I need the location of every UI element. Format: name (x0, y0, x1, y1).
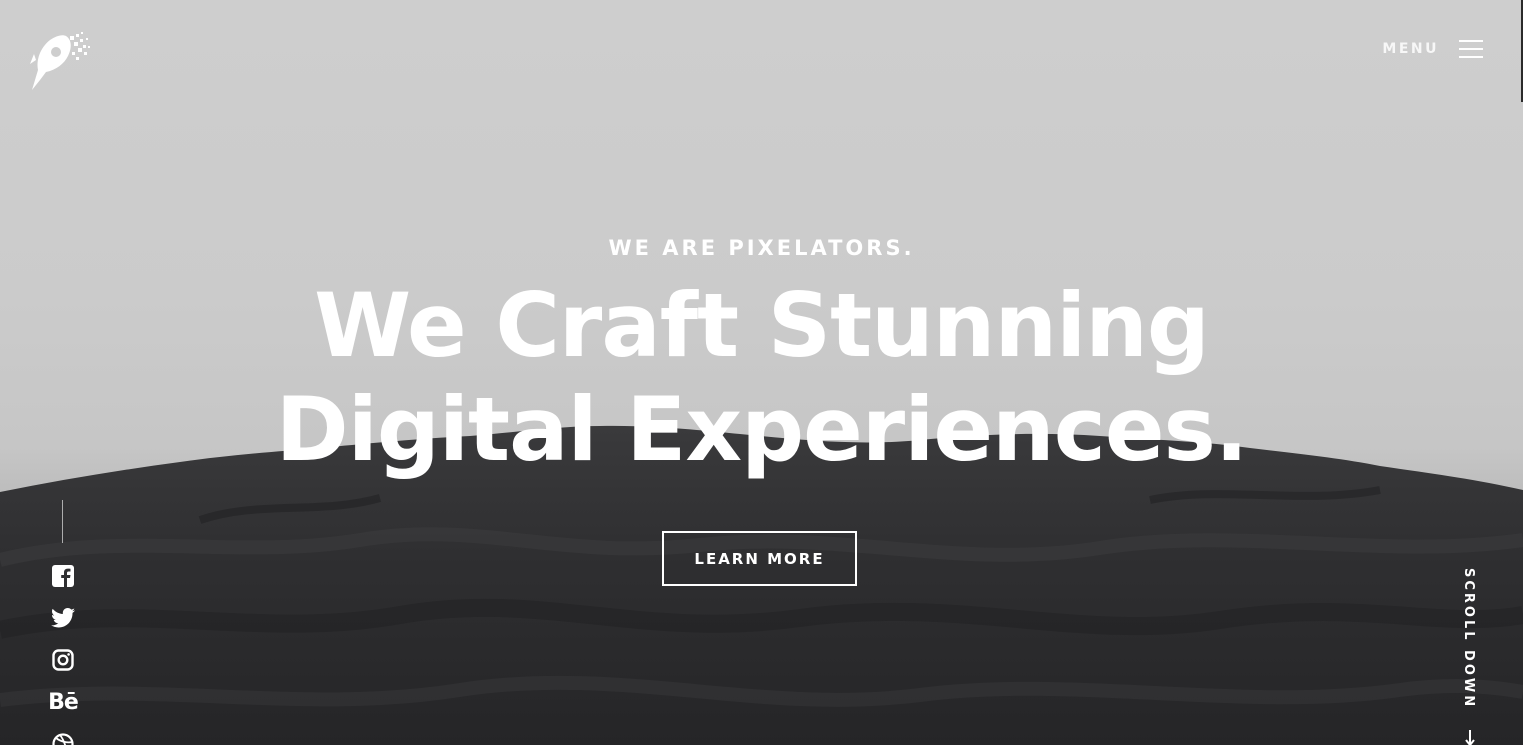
rocket-logo-icon (30, 32, 90, 90)
learn-more-button[interactable]: LEARN MORE (662, 531, 857, 586)
behance-icon: Bē (48, 689, 79, 715)
menu-toggle[interactable]: MENU (1382, 38, 1483, 60)
behance-link[interactable]: Bē (40, 686, 86, 718)
hamburger-icon (1459, 38, 1483, 60)
social-divider (62, 500, 63, 543)
instagram-link[interactable] (40, 644, 86, 676)
facebook-icon (52, 565, 74, 587)
scroll-down-label: SCROLL DOWN (1461, 568, 1476, 710)
hero-eyebrow: WE ARE PIXELATORS. (608, 236, 915, 260)
hero-headline: We Craft Stunning Digital Experiences. (0, 274, 1523, 482)
instagram-icon (52, 649, 74, 671)
headline-line-2: Digital Experiences. (275, 378, 1249, 481)
arrow-down-icon (1465, 730, 1475, 745)
twitter-link[interactable] (40, 602, 86, 634)
hero-section: MENU WE ARE PIXELATORS. We Craft Stunnin… (0, 0, 1523, 745)
dribbble-icon (52, 733, 74, 745)
dribbble-link[interactable] (40, 728, 86, 745)
twitter-icon (51, 608, 75, 628)
headline-line-1: We Craft Stunning (314, 274, 1210, 377)
scroll-down-indicator[interactable]: SCROLL DOWN (1461, 568, 1481, 745)
menu-label: MENU (1382, 41, 1439, 57)
pixelators-logo[interactable] (28, 30, 94, 92)
facebook-link[interactable] (40, 560, 86, 592)
